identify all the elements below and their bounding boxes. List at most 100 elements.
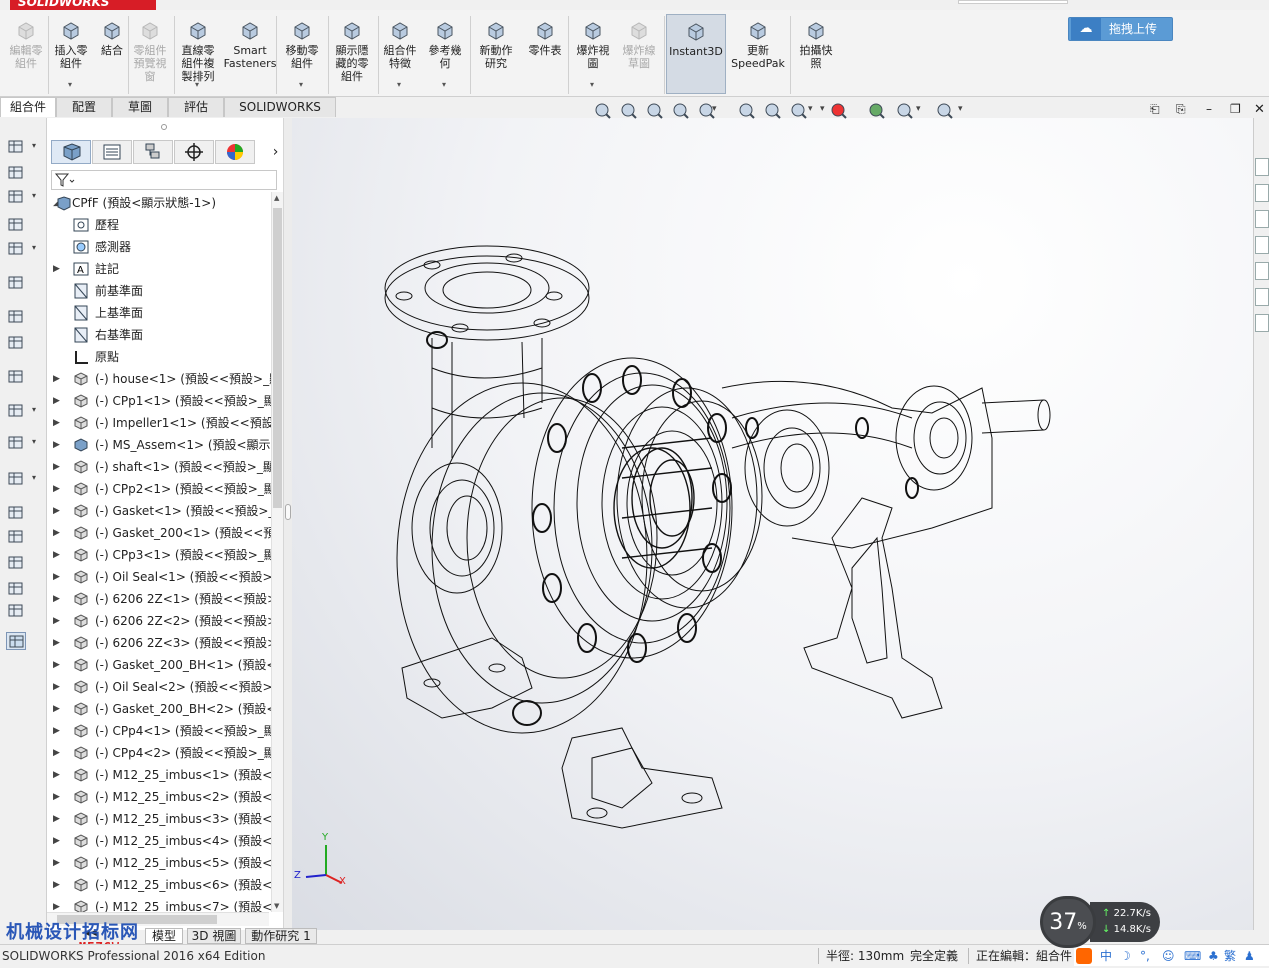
explode-icon[interactable] bbox=[6, 580, 26, 598]
new-motion-study-button[interactable]: 新動作 研究 bbox=[474, 14, 518, 94]
smartmate-icon[interactable] bbox=[6, 528, 26, 546]
network-speed-widget[interactable]: ↑ 22.7K/s ↓ 14.8K/s 37% bbox=[1040, 896, 1160, 948]
display-style-icon[interactable] bbox=[764, 102, 782, 120]
tree-item[interactable]: 歷程 bbox=[47, 214, 271, 236]
tree-item[interactable]: ▶ (-) CPp4<1> (預設<<預設>_顯示 bbox=[47, 720, 271, 742]
expand-arrow-icon[interactable]: ▶ bbox=[53, 720, 63, 742]
tree-item[interactable]: 原點 bbox=[47, 346, 271, 368]
show-hidden-button[interactable]: 顯示隱 藏的零 組件 bbox=[330, 14, 374, 94]
dropdown-arrow-icon[interactable]: ▾ bbox=[397, 78, 401, 91]
file-explorer-icon[interactable] bbox=[1255, 210, 1269, 228]
display-icon[interactable] bbox=[6, 240, 26, 258]
expand-arrow-icon[interactable]: ▶ bbox=[53, 852, 63, 874]
tree-item[interactable]: ▶ (-) CPp4<2> (預設<<預設>_顯示 bbox=[47, 742, 271, 764]
tree-item[interactable]: ▶ (-) MS_Assem<1> (預設<顯示狀 bbox=[47, 434, 271, 456]
custom-properties-icon[interactable] bbox=[1255, 288, 1269, 306]
view-palette-icon[interactable] bbox=[1255, 236, 1269, 254]
tree-item[interactable]: ▶ (-) Gasket_200_BH<1> (預設<< bbox=[47, 654, 271, 676]
reference-geometry-button[interactable]: 參考幾 何 ▾ bbox=[424, 14, 466, 94]
expand-arrow-icon[interactable]: ▶ bbox=[53, 522, 63, 544]
tree-item[interactable]: 前基準面 bbox=[47, 280, 271, 302]
dropdown-arrow-icon[interactable]: ▾ bbox=[442, 78, 446, 91]
color-icon[interactable] bbox=[6, 602, 26, 620]
expand-arrow-icon[interactable]: ▶ bbox=[53, 742, 63, 764]
shirt-icon[interactable]: ♟ bbox=[1244, 945, 1255, 967]
tab-2[interactable]: 草圖 bbox=[112, 97, 168, 117]
view-orientation-icon[interactable] bbox=[6, 138, 26, 156]
display-pane-icon[interactable] bbox=[936, 102, 954, 120]
section-icon[interactable] bbox=[6, 308, 26, 326]
tree-item[interactable]: ▶ (-) shaft<1> (預設<<預設>_顯示 bbox=[47, 456, 271, 478]
tree-item[interactable]: ▶ (-) Gasket_200_BH<2> (預設<< bbox=[47, 698, 271, 720]
tab-1[interactable]: 配置 bbox=[56, 97, 112, 117]
dropdown-arrow-icon[interactable]: ▾ bbox=[32, 141, 36, 150]
panel-collapse-dot[interactable] bbox=[161, 124, 167, 130]
expand-arrow-icon[interactable]: ▶ bbox=[53, 830, 63, 852]
tree-item[interactable]: ▶ (-) M12_25_imbus<2> (預設<< bbox=[47, 786, 271, 808]
design-library-icon[interactable] bbox=[1255, 184, 1269, 202]
tree-item[interactable]: 右基準面 bbox=[47, 324, 271, 346]
tree-item[interactable]: ▶ (-) house<1> (預設<<預設>_顯 bbox=[47, 368, 271, 390]
paperclip-icon[interactable] bbox=[6, 164, 26, 182]
dropdown-arrow-icon[interactable]: ▾ bbox=[590, 78, 594, 91]
dropdown-arrow-icon[interactable]: ▾ bbox=[958, 104, 963, 114]
dropdown-arrow-icon[interactable]: ▾ bbox=[299, 78, 303, 91]
previous-view-icon[interactable] bbox=[646, 102, 664, 120]
exploded-view-button[interactable]: 爆炸視 圖 ▾ bbox=[572, 14, 614, 94]
next-view-icon[interactable]: ⎘ bbox=[1176, 102, 1186, 117]
tree-item[interactable]: ▶ (-) 6206 2Z<2> (預設<<預設>_顯 bbox=[47, 610, 271, 632]
expand-arrow-icon[interactable]: ▶ bbox=[53, 786, 63, 808]
bottom-tab-1[interactable]: 3D 視圖 bbox=[187, 928, 241, 944]
expand-arrow-icon[interactable]: ▶ bbox=[53, 808, 63, 830]
move-component-button[interactable]: 移動零 組件 ▾ bbox=[281, 14, 323, 94]
expand-arrow-icon[interactable]: ▶ bbox=[53, 896, 63, 912]
expand-arrow-icon[interactable]: ▶ bbox=[53, 654, 63, 676]
propertymanager-tab[interactable] bbox=[92, 140, 132, 164]
more-tabs-chevron-icon[interactable]: › bbox=[268, 140, 283, 164]
minimize-icon[interactable]: – bbox=[1206, 102, 1212, 116]
tab-0[interactable]: 組合件 bbox=[0, 97, 56, 117]
featuremanager-tab[interactable] bbox=[51, 140, 91, 164]
smart-fasteners-button[interactable]: Smart Fasteners bbox=[222, 14, 278, 94]
view-orientation-icon[interactable] bbox=[738, 102, 756, 120]
emoji-icon[interactable]: ☺ bbox=[1162, 945, 1175, 967]
expand-arrow-icon[interactable]: ▶ bbox=[53, 874, 63, 896]
tree-filter[interactable] bbox=[51, 170, 277, 190]
expand-arrow-icon[interactable]: ▶ bbox=[53, 544, 63, 566]
tree-item[interactable]: ▶ (-) M12_25_imbus<4> (預設<< bbox=[47, 830, 271, 852]
section-view-icon[interactable] bbox=[672, 102, 690, 120]
dropdown-arrow-icon[interactable]: ▾ bbox=[195, 78, 199, 91]
punctuation-icon[interactable]: °, bbox=[1140, 945, 1150, 967]
explode-line-sketch-button[interactable]: 爆炸線 草圖 bbox=[618, 14, 660, 94]
tree-item[interactable]: ▶ (-) Impeller1<1> (預設<<預設> bbox=[47, 412, 271, 434]
bom-button[interactable]: 零件表 bbox=[524, 14, 566, 94]
scroll-down-icon[interactable]: ▼ bbox=[274, 902, 279, 910]
expand-arrow-icon[interactable]: ▶ bbox=[53, 390, 63, 412]
sogou-logo-icon[interactable] bbox=[1076, 948, 1092, 964]
snapshot-button[interactable]: 拍攝快 照 bbox=[794, 14, 838, 94]
mate-button[interactable]: 結合 bbox=[97, 14, 127, 94]
insert-component-button[interactable]: 插入零 組件 ▾ bbox=[50, 14, 92, 94]
previous-view-icon[interactable]: ⎗ bbox=[1150, 102, 1160, 117]
restore-icon[interactable]: ❐ bbox=[1230, 102, 1241, 116]
tree-item[interactable]: ▶ (-) CPp1<1> (預設<<預設>_顯示 bbox=[47, 390, 271, 412]
tree-item[interactable]: ▶ (-) M12_25_imbus<6> (預設<< bbox=[47, 874, 271, 896]
appearances-icon[interactable] bbox=[1255, 262, 1269, 280]
expand-arrow-icon[interactable]: ▶ bbox=[53, 412, 63, 434]
instant3d-button[interactable]: Instant3D bbox=[666, 14, 726, 94]
configurationmanager-tab[interactable] bbox=[133, 140, 173, 164]
tree-item[interactable]: ▶ (-) CPp3<1> (預設<<預設>_顯示 bbox=[47, 544, 271, 566]
measure-icon[interactable] bbox=[6, 632, 26, 650]
hidden-icon[interactable] bbox=[6, 470, 26, 488]
dropdown-arrow-icon[interactable]: ▾ bbox=[68, 78, 72, 91]
expand-arrow-icon[interactable]: ▶ bbox=[53, 588, 63, 610]
skin-icon[interactable]: ♣ bbox=[1208, 945, 1219, 967]
pattern-icon[interactable] bbox=[6, 434, 26, 452]
expand-arrow-icon[interactable]: ▶ bbox=[53, 676, 63, 698]
tree-root[interactable]: ◢ CPfF (預設<顯示狀態-1>) bbox=[47, 192, 271, 214]
tab-3[interactable]: 評估 bbox=[168, 97, 224, 117]
graphics-area[interactable]: Y X Z bbox=[292, 118, 1253, 930]
tree-item[interactable]: ▶ (-) 6206 2Z<3> (預設<<預設>_顯 bbox=[47, 632, 271, 654]
tree-item[interactable]: ▶ (-) Oil Seal<1> (預設<<預設>_顯 bbox=[47, 566, 271, 588]
expand-arrow-icon[interactable]: ▶ bbox=[53, 258, 63, 280]
